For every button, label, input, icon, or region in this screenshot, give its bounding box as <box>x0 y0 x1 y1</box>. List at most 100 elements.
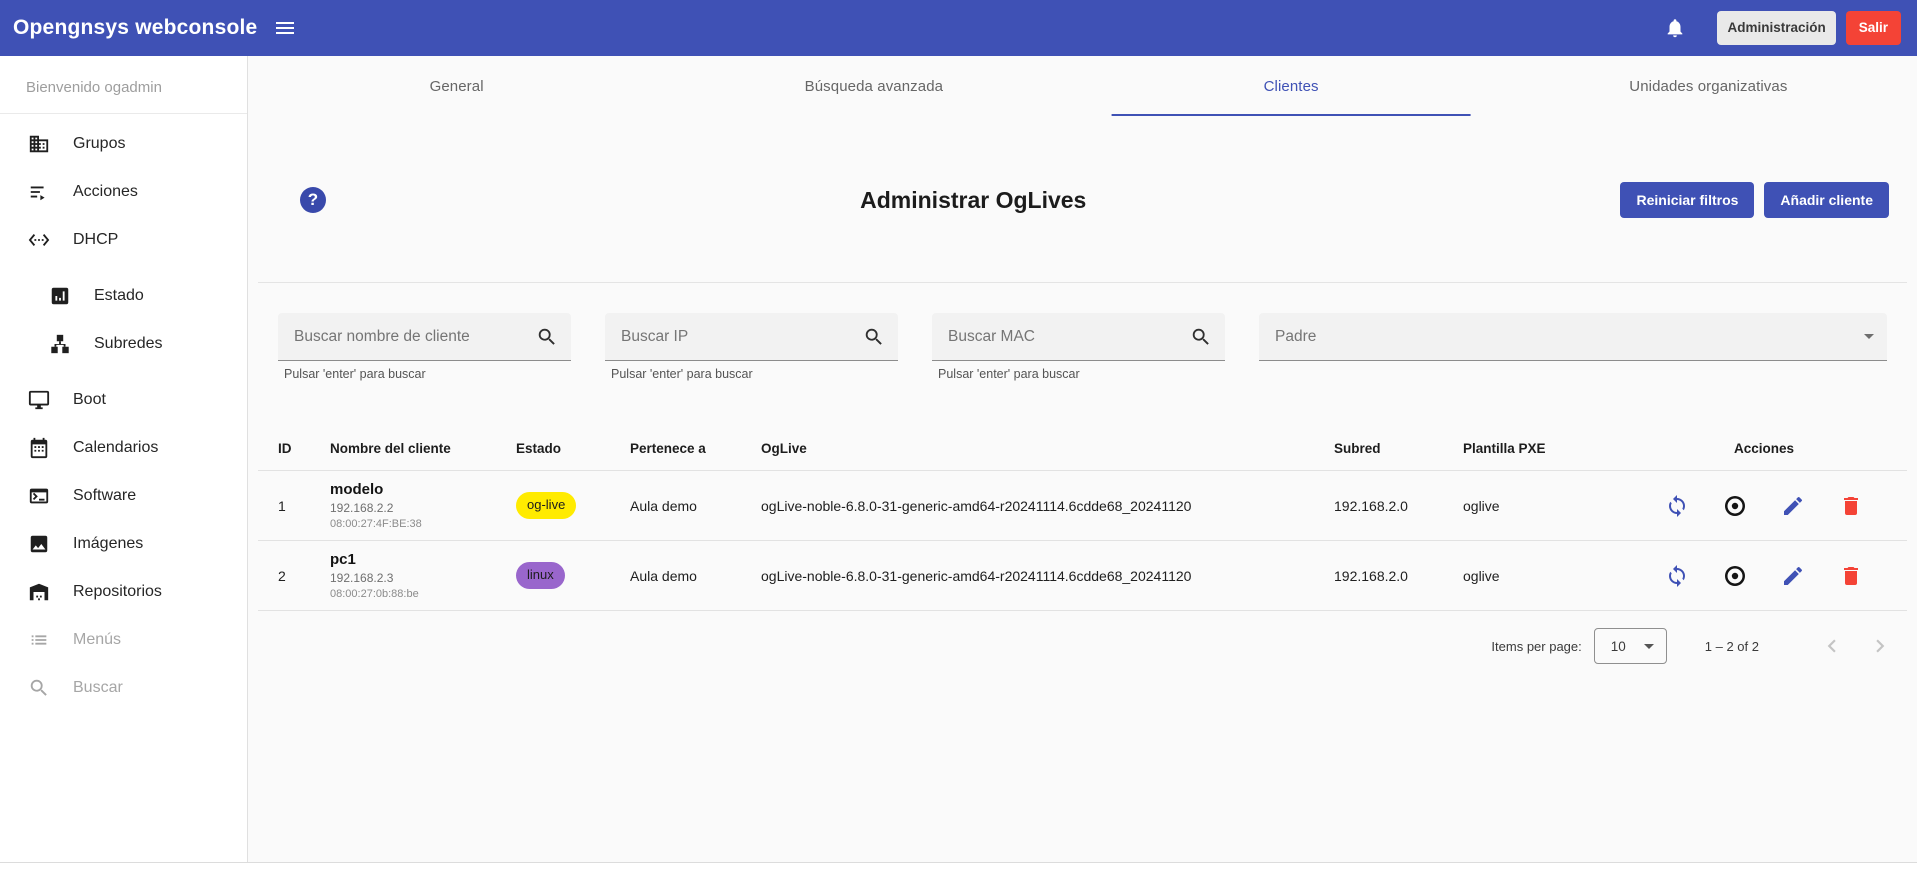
sync-icon[interactable] <box>1665 494 1689 518</box>
client-mac: 08:00:27:4F:BE:38 <box>330 518 516 530</box>
search-ip-field[interactable] <box>605 313 898 361</box>
oglive-name: ogLive-noble-6.8.0-31-generic-amd64-r202… <box>761 568 1334 584</box>
reset-filters-button[interactable]: Reiniciar filtros <box>1620 182 1754 218</box>
sidebar-nav: Grupos Acciones DHCP Estado Subredes Boot Cale… <box>0 114 247 712</box>
search-mac-input[interactable] <box>946 327 1190 347</box>
sidebar-item-subredes[interactable]: Subredes <box>0 320 247 368</box>
search-icon <box>536 326 558 348</box>
app-shell: Bienvenido ogadmin Grupos Acciones DHCP Est… <box>0 56 1917 863</box>
search-name-field[interactable] <box>278 313 571 361</box>
chevron-left-icon[interactable] <box>1819 633 1845 659</box>
page-size-value: 10 <box>1611 639 1626 654</box>
view-icon[interactable] <box>1723 494 1747 518</box>
status-badge: linux <box>516 562 565 588</box>
sidebar-item-boot[interactable]: Boot <box>0 376 247 424</box>
logout-button[interactable]: Salir <box>1846 11 1901 45</box>
row-actions <box>1641 564 1887 588</box>
subnet: 192.168.2.0 <box>1334 568 1463 584</box>
tab-busqueda-avanzada[interactable]: Búsqueda avanzada <box>665 56 1082 116</box>
search-mac-field[interactable] <box>932 313 1225 361</box>
sidebar-item-software[interactable]: Software <box>0 472 247 520</box>
sidebar-item-grupos[interactable]: Grupos <box>0 120 247 168</box>
parent-select[interactable] <box>1259 313 1887 361</box>
terminal-icon <box>28 485 50 507</box>
caret-down-icon <box>1644 644 1654 649</box>
sidebar-item-menus: Menús <box>0 616 247 664</box>
sidebar-item-label: DHCP <box>73 231 118 249</box>
chevron-right-icon[interactable] <box>1867 633 1893 659</box>
sidebar: Bienvenido ogadmin Grupos Acciones DHCP Est… <box>0 56 248 862</box>
sidebar-item-repositorios[interactable]: Repositorios <box>0 568 247 616</box>
page-size-select[interactable]: 10 <box>1594 628 1667 664</box>
search-icon <box>863 326 885 348</box>
add-client-button[interactable]: Añadir cliente <box>1764 182 1889 218</box>
sidebar-item-dhcp[interactable]: DHCP <box>0 216 247 264</box>
parent-select-input[interactable] <box>1273 327 1856 347</box>
edit-icon[interactable] <box>1781 494 1805 518</box>
welcome-text: Bienvenido ogadmin <box>0 78 247 113</box>
items-per-page-label: Items per page: <box>1491 639 1581 654</box>
page-title: Administrar OgLives <box>326 187 1620 214</box>
sidebar-item-acciones[interactable]: Acciones <box>0 168 247 216</box>
clients-table: ID Nombre del cliente Estado Pertenece a… <box>258 427 1907 681</box>
table-row: 2pc1192.168.2.308:00:27:0b:88:belinuxAul… <box>258 541 1907 611</box>
edit-icon[interactable] <box>1781 564 1805 588</box>
col-header-pxe: Plantilla PXE <box>1463 441 1641 456</box>
row-actions <box>1641 494 1887 518</box>
view-icon[interactable] <box>1723 564 1747 588</box>
table-header-row: ID Nombre del cliente Estado Pertenece a… <box>258 427 1907 471</box>
delete-icon[interactable] <box>1839 494 1863 518</box>
sidebar-item-imagenes[interactable]: Imágenes <box>0 520 247 568</box>
col-header-belongs: Pertenece a <box>630 441 761 456</box>
sidebar-item-label: Repositorios <box>73 583 162 601</box>
col-header-id: ID <box>278 441 330 456</box>
chart-icon <box>49 285 71 307</box>
sidebar-item-label: Subredes <box>94 335 163 353</box>
sidebar-item-label: Buscar <box>73 679 123 697</box>
client-mac: 08:00:27:0b:88:be <box>330 588 516 600</box>
app-title: Opengnsys webconsole <box>13 16 257 40</box>
table-row: 1modelo192.168.2.208:00:27:4F:BE:38og-li… <box>258 471 1907 541</box>
notifications-bell-icon[interactable] <box>1664 17 1686 39</box>
sidebar-item-label: Grupos <box>73 135 125 153</box>
list-icon <box>28 629 50 651</box>
sidebar-item-buscar: Buscar <box>0 664 247 712</box>
search-name-input[interactable] <box>292 327 536 347</box>
search-icon <box>1190 326 1212 348</box>
warehouse-icon <box>28 581 50 603</box>
sidebar-item-label: Calendarios <box>73 439 158 457</box>
sidebar-item-calendarios[interactable]: Calendarios <box>0 424 247 472</box>
filter-mac: Pulsar 'enter' para buscar <box>932 313 1225 381</box>
table-body: 1modelo192.168.2.208:00:27:4F:BE:38og-li… <box>258 471 1907 611</box>
sidebar-item-estado[interactable]: Estado <box>0 272 247 320</box>
tab-general[interactable]: General <box>248 56 665 116</box>
search-ip-input[interactable] <box>619 327 863 347</box>
col-header-status: Estado <box>516 441 630 456</box>
search-mac-helper: Pulsar 'enter' para buscar <box>932 367 1225 381</box>
administration-button[interactable]: Administración <box>1717 11 1835 45</box>
status-badge: og-live <box>516 492 576 518</box>
search-icon <box>28 677 50 699</box>
monitor-icon <box>28 389 50 411</box>
client-name-cell: modelo192.168.2.208:00:27:4F:BE:38 <box>330 481 516 530</box>
paginator: Items per page: 10 1 – 2 of 2 <box>258 611 1907 681</box>
delete-icon[interactable] <box>1839 564 1863 588</box>
client-ip: 192.168.2.3 <box>330 571 516 585</box>
tab-unidades-organizativas[interactable]: Unidades organizativas <box>1500 56 1917 116</box>
sidebar-item-label: Imágenes <box>73 535 143 553</box>
lan-icon <box>49 333 71 355</box>
col-header-actions: Acciones <box>1641 441 1887 456</box>
domain-icon <box>28 133 50 155</box>
client-name: pc1 <box>330 551 516 568</box>
sidebar-item-label: Acciones <box>73 183 138 201</box>
client-name: modelo <box>330 481 516 498</box>
tab-clientes[interactable]: Clientes <box>1083 56 1500 116</box>
image-icon <box>28 533 50 555</box>
search-name-helper: Pulsar 'enter' para buscar <box>278 367 571 381</box>
menu-icon[interactable] <box>273 16 297 40</box>
search-ip-helper: Pulsar 'enter' para buscar <box>605 367 898 381</box>
sync-icon[interactable] <box>1665 564 1689 588</box>
sidebar-item-label: Software <box>73 487 136 505</box>
filter-client-name: Pulsar 'enter' para buscar <box>278 313 571 381</box>
help-icon[interactable]: ? <box>300 187 326 213</box>
